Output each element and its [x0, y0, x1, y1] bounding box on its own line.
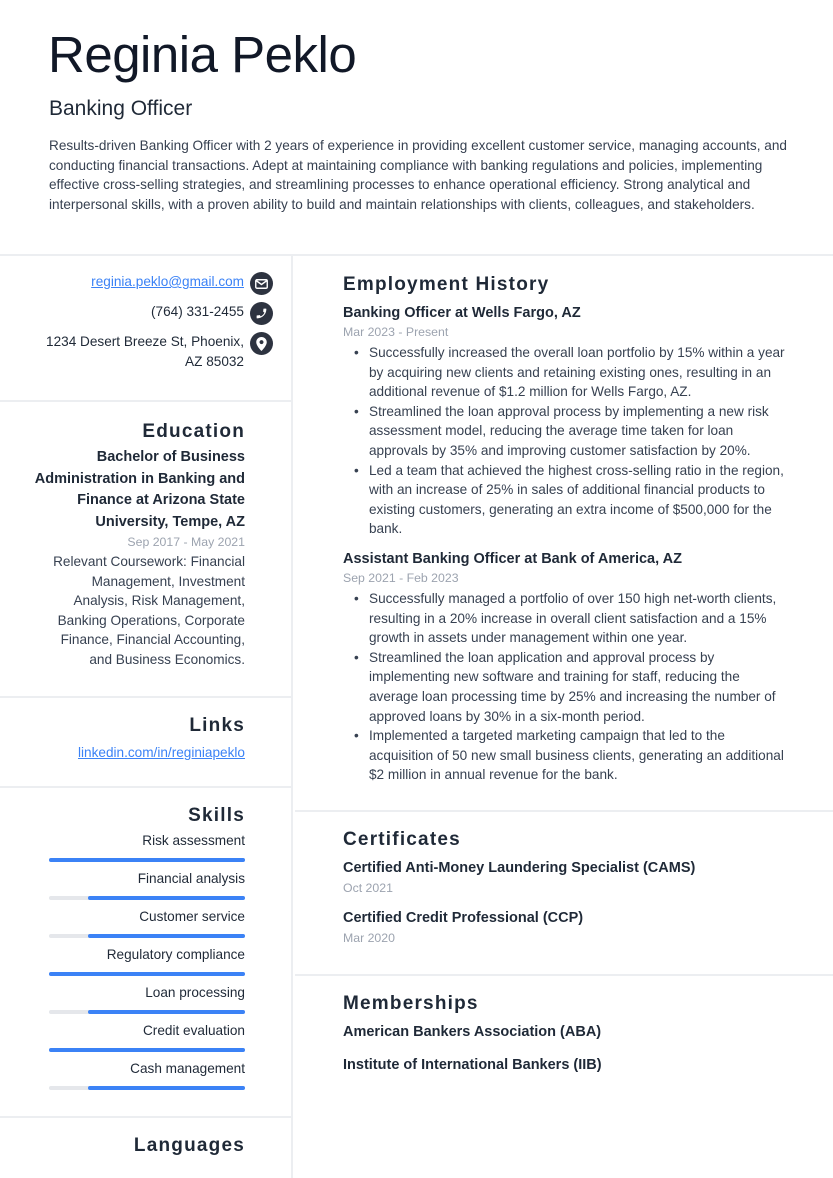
skills-section: Skills Risk assessment Financial analysis…	[0, 788, 293, 1118]
skill-level-track	[49, 972, 245, 976]
certificate-title-1: Certified Anti-Money Laundering Speciali…	[343, 860, 696, 876]
job-bullet: Successfully increased the overall loan …	[343, 343, 788, 402]
membership-1: American Bankers Association (ABA)	[343, 1024, 602, 1040]
skills-heading: Skills	[188, 805, 245, 826]
skill-item: Regulatory compliance	[49, 946, 245, 984]
job-bullet: Led a team that achieved the highest cro…	[343, 461, 788, 539]
skill-level-track	[49, 858, 245, 862]
skill-level-bar	[49, 858, 245, 862]
education-section: Education Bachelor of Business Administr…	[0, 402, 293, 698]
skill-level-bar	[88, 934, 245, 938]
resume-header: Reginia Peklo Banking Officer Results-dr…	[0, 0, 833, 256]
job-bullet: Implemented a targeted marketing campaig…	[343, 726, 788, 785]
skill-label: Customer service	[139, 909, 245, 924]
employment-heading: Employment History	[343, 274, 550, 295]
job-bullet: Streamlined the loan application and app…	[343, 648, 788, 726]
education-degree: Bachelor of Business Administration in B…	[34, 449, 245, 530]
phone-number: (764) 331-2455	[151, 304, 244, 319]
employment-section: Employment History Banking Officer at We…	[295, 256, 833, 812]
skill-item: Loan processing	[49, 984, 245, 1022]
languages-section: Languages	[0, 1118, 293, 1178]
memberships-heading: Memberships	[343, 993, 479, 1014]
certificate-date-1: Oct 2021	[343, 881, 393, 895]
skill-item: Customer service	[49, 908, 245, 946]
skill-level-bar	[88, 1086, 245, 1090]
sidebar: reginia.peklo@gmail.com (764) 331-2455 1…	[0, 256, 293, 1178]
contact-address-row: 1234 Desert Breeze St, Phoenix, AZ 85032	[44, 332, 273, 371]
languages-heading: Languages	[133, 1135, 245, 1156]
membership-2: Institute of International Bankers (IIB)	[343, 1057, 602, 1073]
job-bullet: Streamlined the loan approval process by…	[343, 402, 788, 461]
skill-level-bar	[49, 972, 245, 976]
skill-level-track	[49, 1048, 245, 1052]
education-dates: Sep 2017 - May 2021	[127, 535, 245, 549]
skill-label: Risk assessment	[142, 833, 245, 848]
skill-label: Credit evaluation	[142, 1023, 245, 1038]
contact-phone-row: (764) 331-2455	[44, 302, 273, 325]
skill-level-track	[49, 896, 245, 900]
skill-item: Credit evaluation	[49, 1022, 245, 1060]
certificates-section: Certificates Certified Anti-Money Launde…	[295, 812, 833, 976]
job-title-2: Assistant Banking Officer at Bank of Ame…	[343, 551, 682, 567]
job-title-1: Banking Officer at Wells Fargo, AZ	[343, 305, 581, 321]
candidate-name: Reginia Peklo	[48, 26, 357, 83]
certificate-date-2: Mar 2020	[343, 931, 395, 945]
linkedin-link[interactable]: linkedin.com/in/reginiapeklo	[78, 744, 245, 762]
skill-item: Risk assessment	[49, 832, 245, 870]
phone-icon	[250, 302, 273, 325]
email-link[interactable]: reginia.peklo@gmail.com	[91, 274, 244, 289]
contact-email-row: reginia.peklo@gmail.com	[44, 272, 273, 295]
links-heading: Links	[189, 715, 245, 736]
links-section: Links linkedin.com/in/reginiapeklo	[0, 698, 293, 788]
certificates-heading: Certificates	[343, 829, 461, 850]
skill-label: Cash management	[130, 1061, 245, 1076]
envelope-icon	[250, 272, 273, 295]
main-content: Employment History Banking Officer at We…	[295, 256, 833, 1178]
job-dates-1: Mar 2023 - Present	[343, 325, 449, 339]
skill-label: Financial analysis	[137, 871, 245, 886]
job-title: Banking Officer	[49, 97, 193, 120]
job-dates-2: Sep 2021 - Feb 2023	[343, 571, 459, 585]
skill-label: Regulatory compliance	[106, 947, 245, 962]
address: 1234 Desert Breeze St, Phoenix, AZ 85032	[46, 334, 244, 369]
skill-level-bar	[49, 1048, 245, 1052]
memberships-section: Memberships American Bankers Association…	[295, 976, 833, 1178]
skill-level-bar	[88, 1010, 245, 1014]
skill-item: Financial analysis	[49, 870, 245, 908]
certificate-title-2: Certified Credit Professional (CCP)	[343, 910, 584, 926]
skill-level-track	[49, 1010, 245, 1014]
job-bullet: Successfully managed a portfolio of over…	[343, 589, 788, 648]
education-description: Relevant Coursework: Financial Managemen…	[53, 554, 245, 667]
map-pin-icon	[250, 332, 273, 355]
job-bullets-1: Successfully increased the overall loan …	[343, 343, 788, 539]
education-heading: Education	[142, 421, 245, 442]
skill-item: Cash management	[49, 1060, 245, 1098]
skill-label: Loan processing	[145, 985, 245, 1000]
skill-level-bar	[88, 896, 245, 900]
skill-level-track	[49, 934, 245, 938]
contact-section: reginia.peklo@gmail.com (764) 331-2455 1…	[0, 256, 293, 402]
profile-summary: Results-driven Banking Officer with 2 ye…	[49, 138, 787, 212]
job-bullets-2: Successfully managed a portfolio of over…	[343, 589, 788, 785]
skill-level-track	[49, 1086, 245, 1090]
